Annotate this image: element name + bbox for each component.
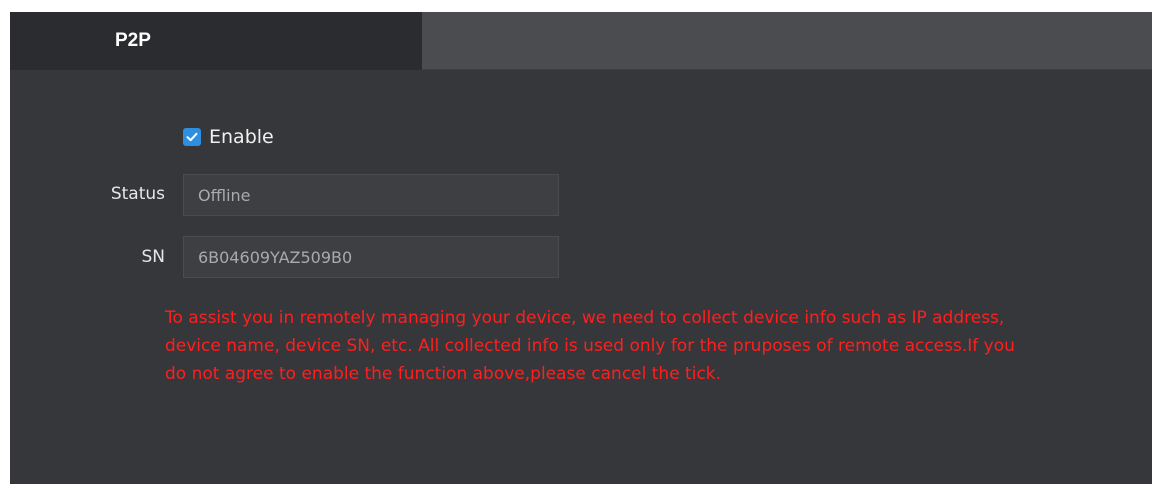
tab-p2p[interactable]: P2P (10, 12, 422, 70)
enable-checkbox[interactable] (183, 128, 201, 146)
p2p-settings-panel: P2P Enable Status Offline SN 6B04609YAZ5… (10, 12, 1152, 484)
tab-p2p-label: P2P (115, 30, 151, 51)
status-label: Status (110, 184, 165, 204)
checkmark-icon (186, 132, 198, 142)
sn-field: 6B04609YAZ509B0 (183, 236, 559, 278)
privacy-notice: To assist you in remotely managing your … (165, 308, 1015, 384)
tab-bar: P2P (10, 12, 1152, 70)
status-field: Offline (183, 174, 559, 216)
sn-label: SN (141, 247, 165, 267)
enable-label: Enable (209, 126, 274, 148)
enable-toggle[interactable]: Enable (183, 126, 274, 148)
